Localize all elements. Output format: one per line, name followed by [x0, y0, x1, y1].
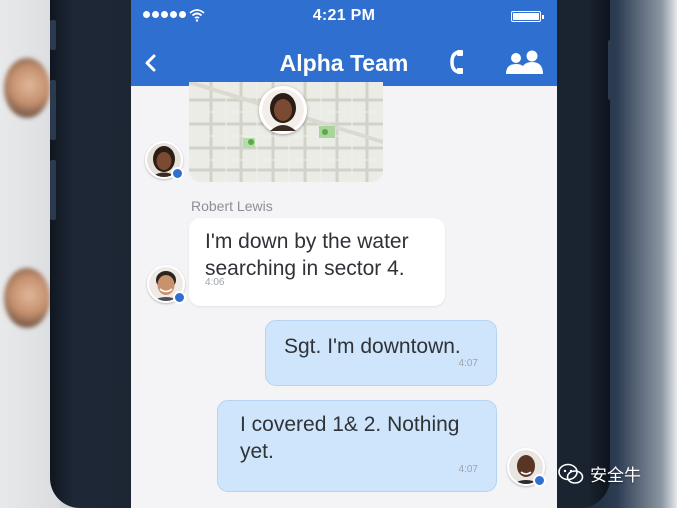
phone-icon[interactable] — [447, 48, 467, 76]
background-person-blur — [4, 268, 50, 328]
message-time: 4:06 — [205, 277, 225, 288]
nav-bar: Alpha Team — [131, 40, 557, 84]
status-dot-icon — [533, 474, 546, 487]
message-time: 4:07 — [458, 464, 478, 475]
status-bar: 4:21 PM — [131, 0, 557, 34]
map-location-avatar — [259, 86, 307, 134]
phone-side-button — [50, 160, 56, 220]
background-person-blur — [4, 58, 50, 118]
message-bubble-incoming[interactable]: I'm down by the water searching in secto… — [189, 218, 445, 306]
top-bar: 4:21 PM Alpha Team — [131, 0, 557, 86]
message-time: 4:07 — [458, 358, 478, 369]
phone-side-button — [50, 80, 56, 140]
message-bubble-outgoing[interactable]: Sgt. I'm downtown. 4:07 — [265, 320, 497, 386]
avatar[interactable] — [507, 448, 546, 487]
message-text: I'm down by the water searching in secto… — [205, 230, 409, 280]
phone-screen: 4:21 PM Alpha Team Robert Lewis I'm down… — [131, 0, 557, 508]
status-dot-icon — [173, 291, 186, 304]
battery-icon — [511, 11, 544, 22]
conversation-title: Alpha Team — [279, 50, 409, 76]
watermark: 安全牛 — [558, 461, 641, 486]
group-icon[interactable] — [503, 50, 547, 76]
message-bubble-outgoing[interactable]: I covered 1& 2. Nothing yet. 4:07 — [217, 400, 497, 492]
status-dot-icon — [171, 167, 184, 180]
sender-name: Robert Lewis — [191, 198, 273, 214]
avatar[interactable] — [147, 265, 186, 304]
watermark-text: 安全牛 — [590, 466, 641, 486]
message-text: Sgt. I'm downtown. — [284, 335, 461, 358]
wechat-icon — [558, 463, 584, 484]
avatar[interactable] — [145, 141, 184, 180]
status-time: 4:21 PM — [312, 7, 376, 24]
message-text: I covered 1& 2. Nothing yet. — [240, 413, 460, 463]
phone-side-button — [608, 40, 614, 100]
phone-side-button — [50, 20, 56, 50]
